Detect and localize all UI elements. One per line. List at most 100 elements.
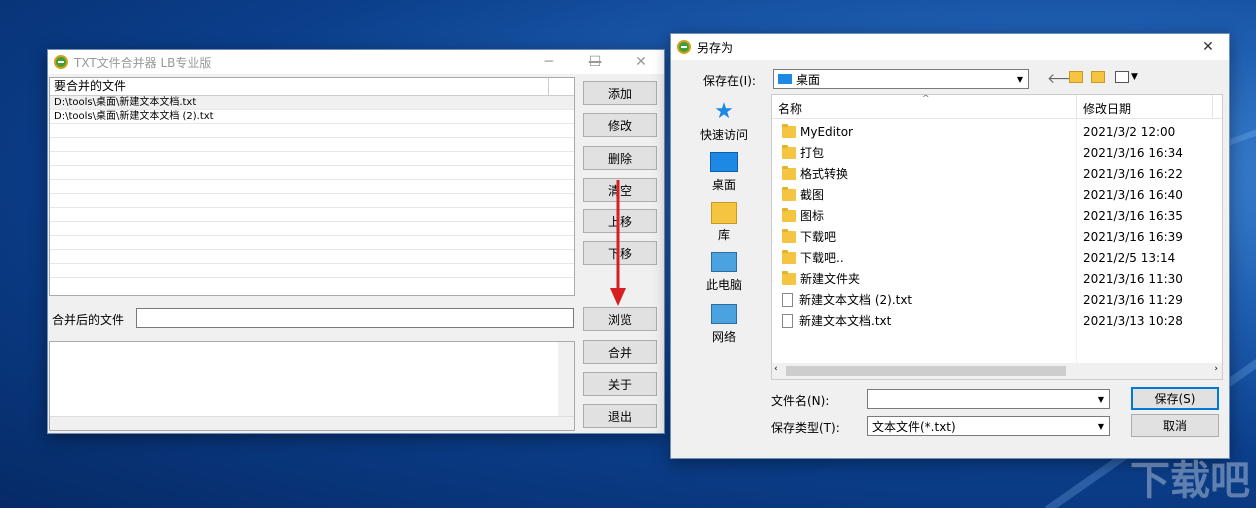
file-list-header: 名称 ^ 修改日期 [772,95,1222,119]
window-title: TXT文件合并器 LB专业版 [74,55,212,70]
folder-icon [782,249,796,264]
places-label: 快速访问 [699,128,748,142]
chevron-down-icon[interactable]: ▼ [1093,417,1109,435]
file-name: 新建文本文档 (2).txt [799,293,913,307]
file-date: 2021/3/16 16:35 [1083,208,1183,223]
save-in-label: 保存在(I): [703,74,756,88]
network-icon [711,304,737,324]
places-library[interactable]: 库 [679,202,769,243]
close-icon[interactable]: ✕ [1185,34,1231,60]
folder-icon [782,228,796,243]
file-row[interactable]: MyEditor 2021/3/2 12:00 [772,121,1222,142]
merged-file-label: 合并后的文件 [52,313,125,327]
file-date: 2021/3/16 16:39 [1083,229,1183,244]
file-name: 新建文件夹 [800,272,861,286]
add-button[interactable]: 添加 [583,81,657,105]
empty-row [50,194,574,208]
file-name: 截图 [800,188,825,202]
dialog-title: 另存为 [697,40,734,55]
column-divider [1212,95,1213,119]
scroll-right-icon[interactable]: › [1214,364,1218,374]
column-header-name[interactable]: 名称 [778,100,802,117]
edit-button[interactable]: 修改 [583,113,657,137]
file-browser-list[interactable]: 名称 ^ 修改日期 MyEditor 2021/3/2 12:00 打包 2021/3… [771,94,1223,380]
text-file-icon [782,292,793,307]
places-label: 桌面 [711,178,736,192]
column-header-files: 要合并的文件 [54,79,127,93]
filename-label: 文件名(N): [771,394,830,408]
column-header-date[interactable]: 修改日期 [1083,100,1131,117]
file-row[interactable]: 新建文本文档 (2).txt 2021/3/16 11:29 [772,289,1222,310]
file-date: 2021/3/16 16:34 [1083,145,1183,160]
desktop-icon [710,152,738,172]
computer-icon [711,252,737,272]
dialog-titlebar: 另存为 ✕ [671,34,1229,60]
about-button[interactable]: 关于 [583,372,657,396]
filename-input[interactable]: ▼ [867,389,1110,409]
file-date: 2021/2/5 13:14 [1083,250,1176,265]
filetype-label: 保存类型(T): [771,421,840,435]
empty-row [50,208,574,222]
chevron-down-icon[interactable]: ▼ [1012,70,1028,88]
places-label: 库 [717,228,730,242]
file-row[interactable]: 打包 2021/3/16 16:34 [772,142,1222,163]
app-icon [54,55,68,69]
maximize-icon[interactable]: ☐ [572,50,618,74]
delete-button[interactable]: 删除 [583,146,657,170]
watermark-logo: 下载吧 [1130,458,1250,504]
places-quick-access[interactable]: ★ 快速访问 [679,100,769,143]
chevron-down-icon[interactable]: ▼ [1093,390,1109,408]
file-row[interactable]: 新建文本文档.txt 2021/3/13 10:28 [772,310,1222,331]
file-row[interactable]: 图标 2021/3/16 16:35 [772,205,1222,226]
list-item[interactable]: D:\tools\桌面\新建文本文档 (2).txt [50,110,574,124]
view-dropdown-icon[interactable]: ▼ [1131,72,1138,82]
save-in-value: 桌面 [796,72,821,87]
places-network[interactable]: 网络 [679,304,769,345]
file-row[interactable]: 新建文件夹 2021/3/16 11:30 [772,268,1222,289]
minimize-icon[interactable]: ─ [526,50,572,74]
browse-button[interactable]: 浏览 [583,307,657,331]
horizontal-scrollbar[interactable] [50,416,574,430]
empty-row [50,124,574,138]
view-menu-icon[interactable] [1115,71,1129,83]
cancel-button[interactable]: 取消 [1131,414,1219,437]
horizontal-scrollbar[interactable]: ‹ › [772,363,1222,379]
file-date: 2021/3/2 12:00 [1083,124,1176,139]
places-bar: ★ 快速访问 桌面 库 此电脑 网络 [679,94,769,364]
file-row[interactable]: 下载吧 2021/3/16 16:39 [772,226,1222,247]
file-name: 图标 [800,209,825,223]
up-folder-icon[interactable] [1069,71,1083,83]
file-list[interactable]: 要合并的文件 D:\tools\桌面\新建文本文档.txt D:\tools\桌… [49,77,575,296]
empty-row [50,222,574,236]
empty-row [50,138,574,152]
scroll-left-icon[interactable]: ‹ [774,364,778,374]
desktop-icon [778,74,792,84]
text-file-icon [782,313,793,328]
file-row[interactable]: 下载吧.. 2021/2/5 13:14 [772,247,1222,268]
empty-row [50,264,574,278]
scrollbar-thumb[interactable] [786,366,1066,376]
file-name: MyEditor [800,124,853,139]
log-textarea[interactable] [49,341,575,431]
merged-file-input[interactable] [136,308,574,328]
places-this-pc[interactable]: 此电脑 [679,252,769,293]
folder-icon [782,123,796,138]
folder-icon [782,270,796,285]
red-arrow-annotation [610,180,626,306]
save-button[interactable]: 保存(S) [1131,387,1219,410]
save-in-select[interactable]: 桌面 ▼ [773,69,1029,89]
new-folder-icon[interactable] [1091,71,1105,83]
exit-button[interactable]: 退出 [583,404,657,428]
file-row[interactable]: 格式转换 2021/3/16 16:22 [772,163,1222,184]
list-item[interactable]: D:\tools\桌面\新建文本文档.txt [50,96,574,110]
file-list-header[interactable]: 要合并的文件 [50,78,574,96]
file-name: 新建文本文档.txt [799,314,892,328]
places-desktop[interactable]: 桌面 [679,152,769,193]
empty-row [50,152,574,166]
file-row[interactable]: 截图 2021/3/16 16:40 [772,184,1222,205]
file-name: 下载吧 [800,230,837,244]
filetype-select[interactable]: 文本文件(*.txt) ▼ [867,416,1110,436]
close-icon[interactable]: ✕ [618,50,664,74]
folder-icon [782,165,796,180]
merge-button[interactable]: 合并 [583,340,657,364]
